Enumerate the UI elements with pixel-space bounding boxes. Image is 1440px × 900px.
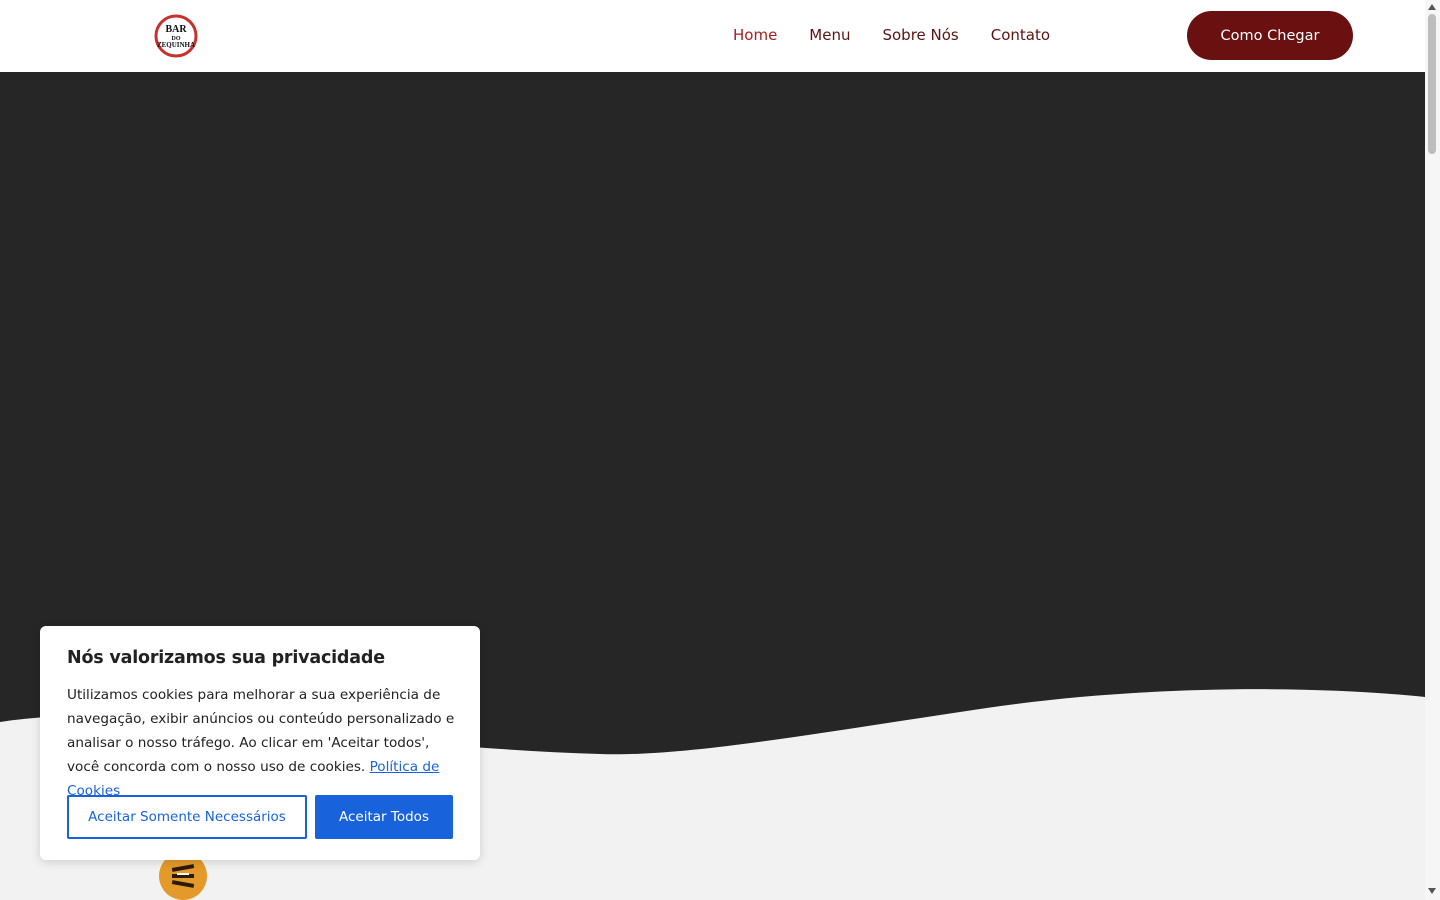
scroll-thumb[interactable] (1428, 14, 1436, 154)
page-scrollbar[interactable] (1425, 0, 1440, 900)
main-nav: Home Menu Sobre Nós Contato (733, 24, 1082, 46)
page: BAR DO ZEQUINHA Home Menu Sobre Nós Cont… (0, 0, 1440, 900)
accept-necessary-button[interactable]: Aceitar Somente Necessários (67, 795, 307, 839)
cookie-consent-banner: Nós valorizamos sua privacidade Utilizam… (40, 626, 480, 860)
scroll-down-arrow-icon[interactable] (1428, 888, 1436, 894)
accept-all-button[interactable]: Aceitar Todos (315, 795, 453, 839)
cookie-title: Nós valorizamos sua privacidade (67, 648, 385, 668)
nav-menu[interactable]: Menu (809, 24, 850, 46)
svg-text:ZEQUINHA: ZEQUINHA (157, 41, 195, 49)
site-header: BAR DO ZEQUINHA Home Menu Sobre Nós Cont… (0, 0, 1425, 72)
nav-contato[interactable]: Contato (991, 24, 1050, 46)
scroll-up-arrow-icon[interactable] (1428, 4, 1436, 10)
como-chegar-button[interactable]: Como Chegar (1187, 11, 1353, 60)
bar-do-zequinha-logo[interactable]: BAR DO ZEQUINHA (152, 14, 200, 58)
nav-home[interactable]: Home (733, 24, 777, 46)
svg-text:BAR: BAR (165, 24, 187, 35)
nav-sobre-nos[interactable]: Sobre Nós (882, 24, 958, 46)
cookie-body: Utilizamos cookies para melhorar a sua e… (67, 683, 462, 803)
